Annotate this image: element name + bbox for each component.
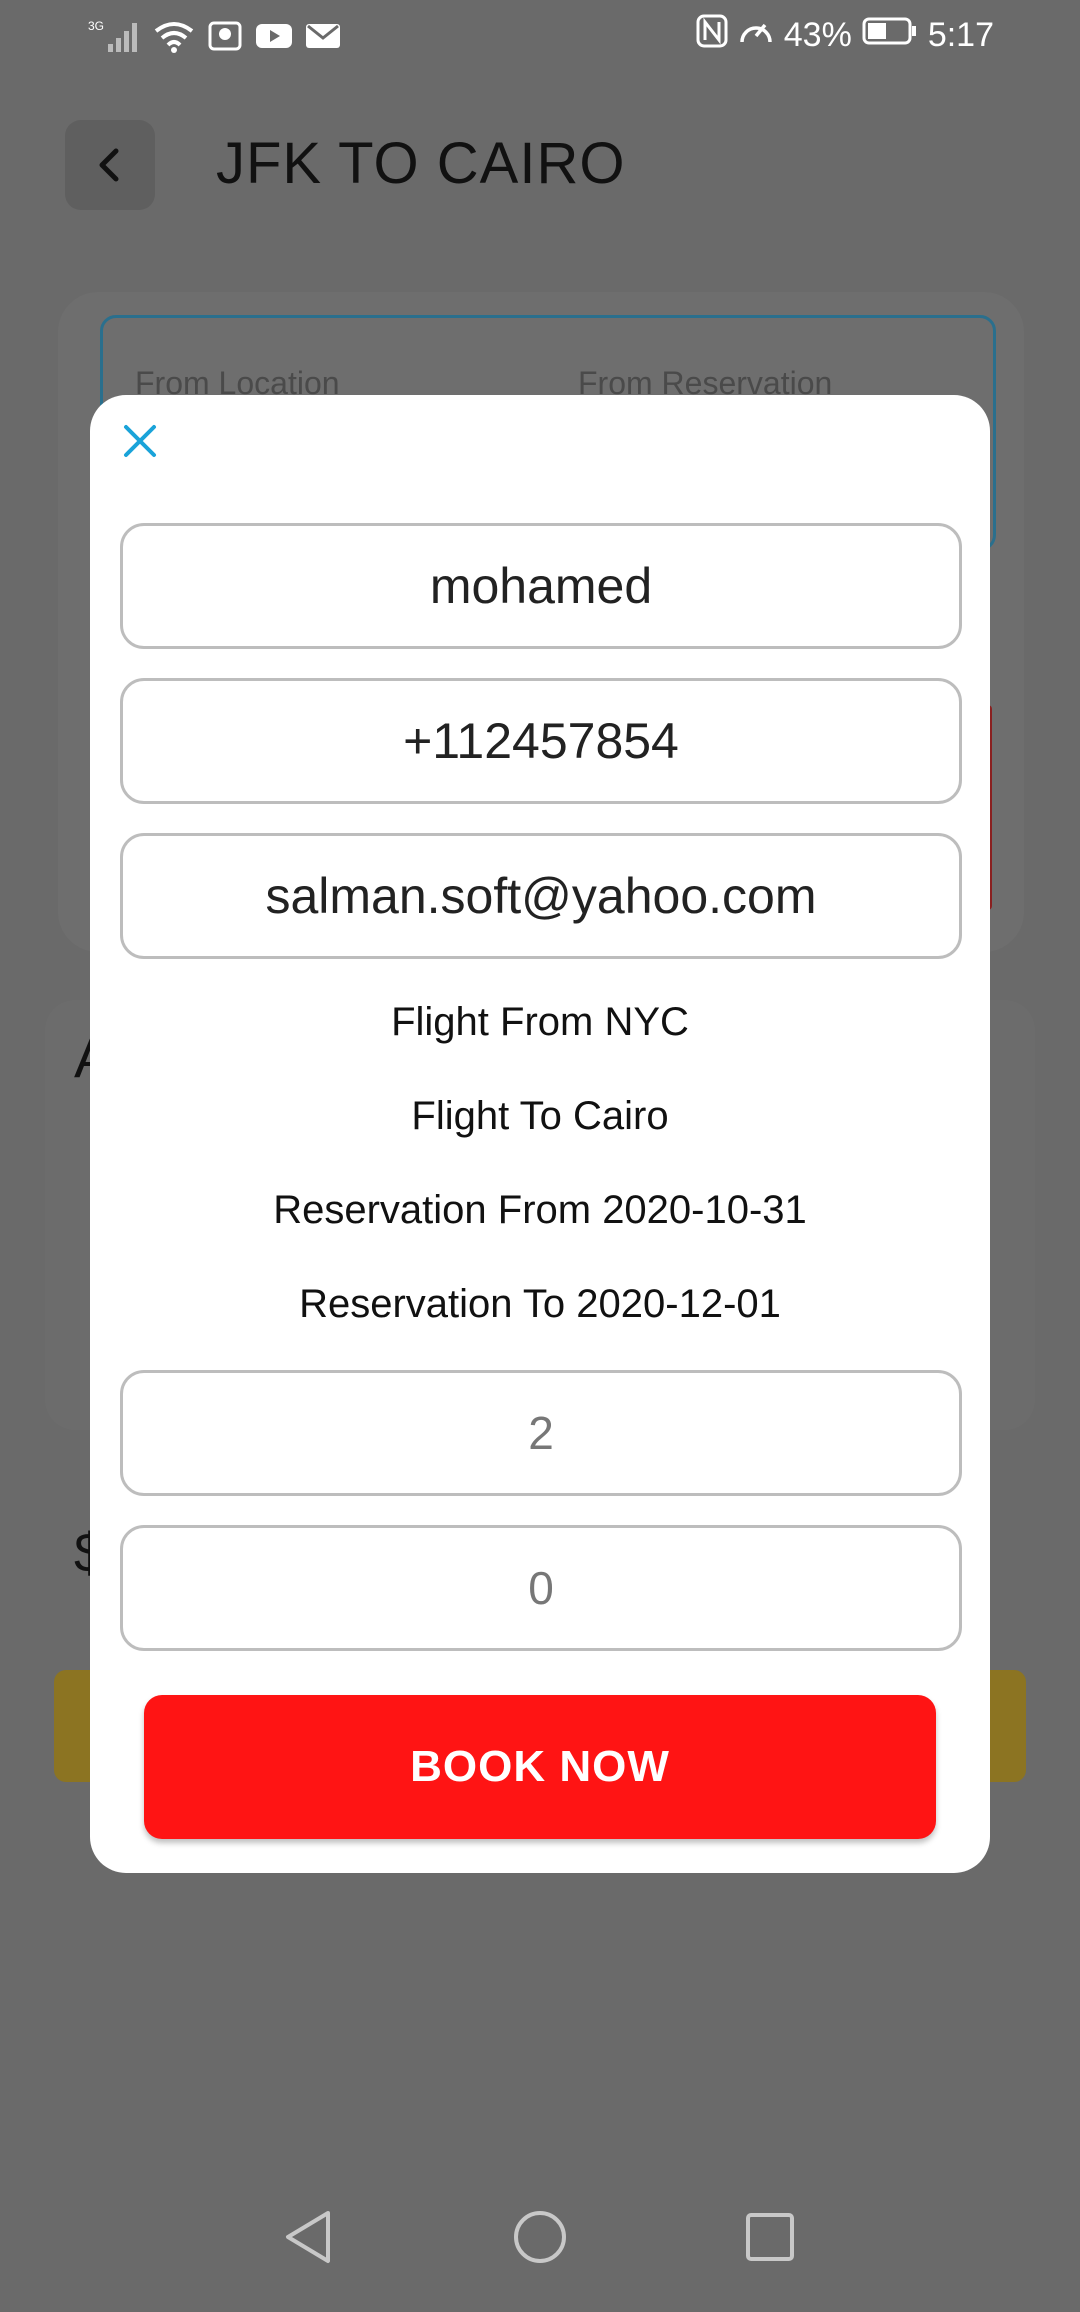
reservation-from-text: Reservation From 2020-10-31 — [273, 1188, 807, 1232]
back-button[interactable] — [65, 120, 155, 210]
home-circle-icon — [514, 2211, 566, 2263]
youtube-icon — [256, 22, 292, 55]
book-now-button[interactable]: BOOK NOW — [144, 1695, 936, 1839]
svg-text:3G: 3G — [88, 19, 104, 33]
phone-field[interactable] — [120, 678, 962, 804]
clock: 5:17 — [927, 16, 994, 54]
back-arrow-icon — [99, 148, 119, 182]
booking-dialog: Flight From NYC Flight To Cairo Reservat… — [90, 395, 990, 1873]
page-title: JFK TO CAIRO — [216, 131, 626, 196]
status-bar: 3G 43% 5:17 — [0, 0, 1080, 80]
notification-icon — [208, 19, 242, 58]
nav-home-button[interactable] — [495, 2192, 585, 2282]
close-icon — [124, 425, 156, 457]
battery-percent: 43% — [783, 16, 852, 54]
recents-square-icon — [746, 2213, 794, 2261]
nav-recents-button[interactable] — [725, 2192, 815, 2282]
status-left: 3G — [88, 18, 340, 59]
email-field[interactable] — [120, 833, 962, 959]
mail-icon — [306, 22, 340, 55]
nfc-icon — [696, 14, 728, 57]
nav-back-button[interactable] — [263, 2192, 353, 2282]
child-count-field[interactable] — [120, 1525, 962, 1651]
close-button[interactable] — [112, 413, 168, 469]
navigation-bar — [0, 2162, 1080, 2312]
flight-from-text: Flight From NYC — [391, 1000, 689, 1044]
name-field[interactable] — [120, 523, 962, 649]
speed-icon — [738, 14, 774, 57]
passenger-count-field[interactable] — [120, 1370, 962, 1496]
status-right: 43% 5:17 — [696, 14, 994, 57]
wifi-icon — [154, 19, 194, 58]
reservation-to-text: Reservation To 2020-12-01 — [299, 1282, 781, 1326]
battery-icon — [862, 16, 918, 55]
flight-to-text: Flight To Cairo — [411, 1094, 669, 1138]
signal-icon: 3G — [88, 18, 140, 59]
triangle-back-icon — [286, 2211, 330, 2263]
